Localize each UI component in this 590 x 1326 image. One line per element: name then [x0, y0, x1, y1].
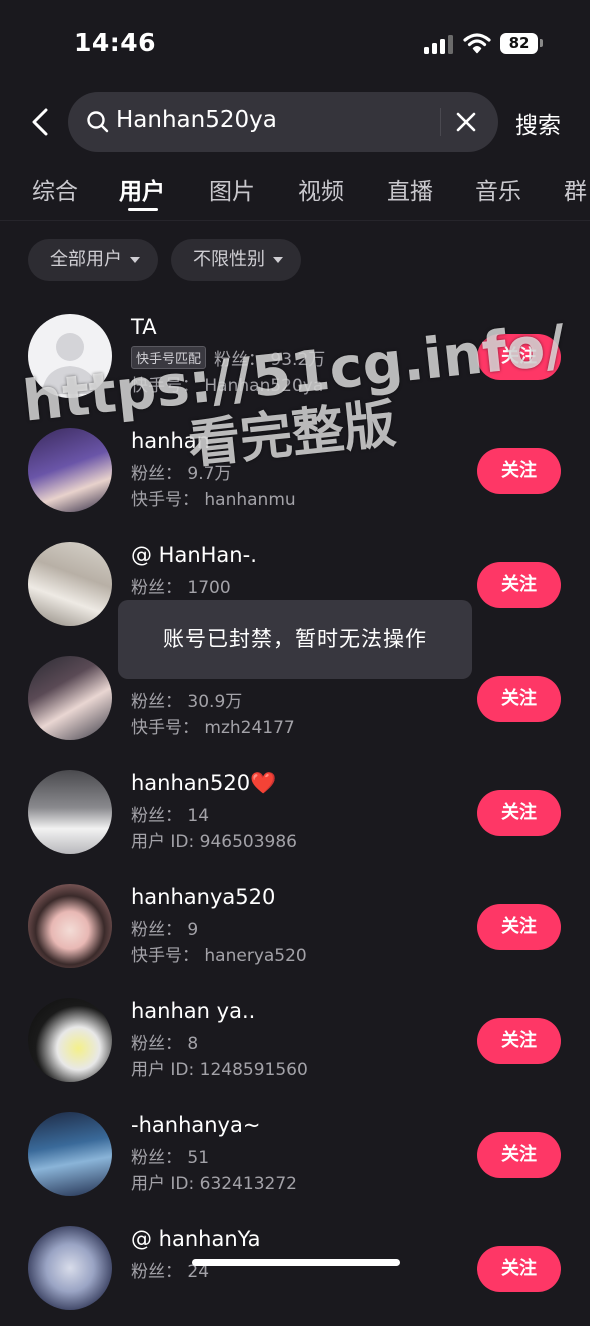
default-avatar[interactable]	[28, 314, 112, 398]
caret-down-icon	[273, 257, 283, 263]
follow-button[interactable]: 关注	[477, 1018, 561, 1064]
user-name: -hanhanya~	[131, 1113, 261, 1137]
search-icon	[87, 111, 109, 133]
user-avatar[interactable]	[28, 1226, 112, 1310]
user-fans: 粉丝： 8	[131, 1034, 199, 1054]
user-fans: 粉丝： 51	[131, 1148, 210, 1168]
tab-music[interactable]: 音乐	[475, 172, 521, 206]
wifi-icon	[463, 33, 491, 54]
follow-button[interactable]: 关注	[477, 334, 561, 380]
user-fans: 粉丝： 30.9万	[131, 692, 243, 712]
filter-gender[interactable]: 不限性别	[171, 239, 301, 281]
user-id: 用户 ID: 632413272	[131, 1174, 297, 1194]
follow-button[interactable]: 关注	[477, 676, 561, 722]
search-button[interactable]: 搜索	[515, 106, 561, 140]
tab-images[interactable]: 图片	[209, 172, 255, 206]
user-name: @ hanhanYa	[131, 1227, 261, 1251]
active-tab-indicator	[128, 208, 158, 211]
user-id: 快手号： Hanhan520ya	[131, 376, 324, 396]
search-query-text[interactable]: Hanhan520ya	[116, 107, 277, 133]
user-fans: 粉丝： 1700	[131, 578, 231, 598]
follow-button[interactable]: 关注	[477, 904, 561, 950]
user-fans: 粉丝： 9	[131, 920, 199, 940]
user-id: 快手号： hanhanmu	[131, 490, 296, 510]
user-row[interactable]: hanhan ya.. 粉丝： 8 用户 ID: 1248591560 关注	[0, 984, 590, 1098]
caret-down-icon	[130, 257, 140, 263]
user-id: 用户 ID: 1248591560	[131, 1060, 308, 1080]
battery-indicator: 82	[500, 33, 538, 54]
tab-groups[interactable]: 群	[564, 172, 587, 206]
follow-button[interactable]: 关注	[477, 1132, 561, 1178]
user-row[interactable]: @ hanhanYa 粉丝： 24 关注	[0, 1212, 590, 1326]
user-name: @ HanHan-.	[131, 543, 257, 567]
kuaishou-id-match-badge: 快手号匹配	[131, 346, 207, 369]
filter-all-users-label: 全部用户	[50, 249, 122, 270]
user-avatar[interactable]	[28, 428, 112, 512]
follow-button[interactable]: 关注	[477, 790, 561, 836]
user-row[interactable]: hanhanya520 粉丝： 9 快手号： hanerya520 关注	[0, 870, 590, 984]
user-name: hanhanya520	[131, 885, 276, 909]
user-fans: 粉丝： 93.2万	[214, 350, 326, 370]
user-fans-line: 快手号匹配 粉丝： 93.2万	[131, 345, 325, 370]
user-row[interactable]: hanhan 粉丝： 9.7万 快手号： hanhanmu 关注	[0, 414, 590, 528]
search-input[interactable]: Hanhan520ya	[68, 92, 498, 152]
filter-gender-label: 不限性别	[193, 249, 265, 270]
user-fans: 粉丝： 9.7万	[131, 464, 232, 484]
tab-comprehensive[interactable]: 综合	[32, 172, 78, 206]
user-row[interactable]: hanhan520❤️ 粉丝： 14 用户 ID: 946503986 关注	[0, 756, 590, 870]
tab-live[interactable]: 直播	[387, 172, 433, 206]
user-avatar[interactable]	[28, 542, 112, 626]
user-name: hanhan ya..	[131, 999, 256, 1023]
status-bar: 14:46 82	[0, 0, 590, 86]
status-time: 14:46	[74, 28, 157, 57]
user-row[interactable]: TA 快手号匹配 粉丝： 93.2万 快手号： Hanhan520ya 关注	[0, 300, 590, 414]
back-arrow-icon[interactable]	[27, 106, 57, 138]
user-name: TA	[131, 315, 157, 339]
filter-all-users[interactable]: 全部用户	[28, 239, 158, 281]
battery-tip	[540, 39, 543, 47]
person-silhouette-icon	[42, 333, 98, 394]
user-avatar[interactable]	[28, 770, 112, 854]
user-id: 快手号： hanerya520	[131, 946, 307, 966]
search-divider	[440, 108, 441, 136]
clear-icon[interactable]	[454, 110, 478, 134]
user-name: hanhan520❤️	[131, 771, 277, 795]
home-indicator[interactable]	[192, 1259, 400, 1266]
follow-button[interactable]: 关注	[477, 562, 561, 608]
user-avatar[interactable]	[28, 1112, 112, 1196]
user-id: 快手号： mzh24177	[131, 718, 295, 738]
user-avatar[interactable]	[28, 998, 112, 1082]
result-tabs: 综合 用户 图片 视频 直播 音乐 群	[0, 168, 590, 221]
user-avatar[interactable]	[28, 656, 112, 740]
toast-message: 账号已封禁，暂时无法操作	[118, 600, 472, 679]
tab-videos[interactable]: 视频	[298, 172, 344, 206]
follow-button[interactable]: 关注	[477, 1246, 561, 1292]
user-avatar[interactable]	[28, 884, 112, 968]
user-id: 用户 ID: 946503986	[131, 832, 297, 852]
follow-button[interactable]: 关注	[477, 448, 561, 494]
user-row[interactable]: -hanhanya~ 粉丝： 51 用户 ID: 632413272 关注	[0, 1098, 590, 1212]
user-fans: 粉丝： 14	[131, 806, 210, 826]
cellular-signal-icon	[424, 34, 454, 54]
user-name: hanhan	[131, 429, 210, 453]
tab-users[interactable]: 用户	[119, 172, 165, 206]
